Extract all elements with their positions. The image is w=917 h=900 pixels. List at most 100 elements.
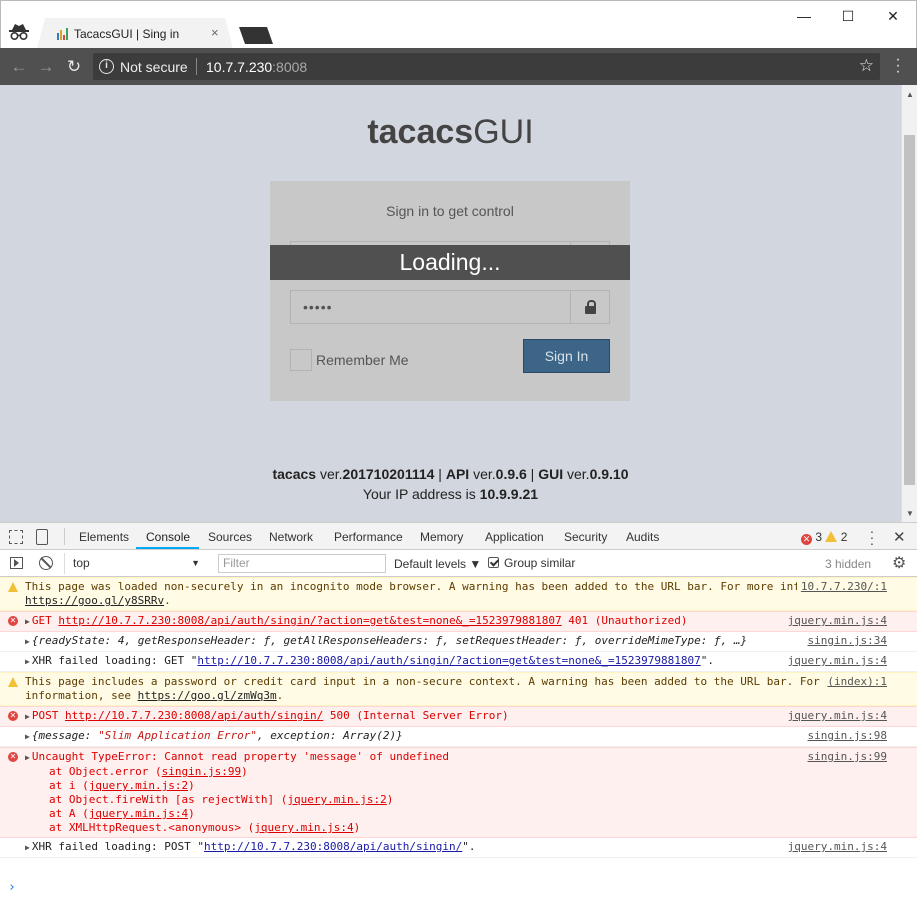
window-titlebar: TacacsGUI | Sing in × — ☐ ✕ xyxy=(0,0,917,49)
frame-post: ) xyxy=(241,765,248,778)
context-selector[interactable]: top ▼ xyxy=(64,553,206,574)
device-toolbar-icon[interactable] xyxy=(36,529,48,545)
tab-network[interactable]: Network xyxy=(269,530,313,544)
incognito-icon xyxy=(9,24,29,41)
message-source-link[interactable]: jquery.min.js:4 xyxy=(783,709,887,723)
message-source-link[interactable]: singin.js:99 xyxy=(803,750,887,764)
close-window-button[interactable]: ✕ xyxy=(882,7,904,25)
expand-triangle-icon[interactable]: ▶ xyxy=(25,617,30,626)
frame-pre: at Object.error ( xyxy=(49,765,162,778)
tab-sources[interactable]: Sources xyxy=(208,530,252,544)
message-tail: . xyxy=(164,594,171,607)
message-link[interactable]: http://10.7.7.230:8008/api/auth/singin/ xyxy=(204,840,462,853)
browser-toolbar: ← → ↻ i Not secure 10.7.7.230:8008 ☆ · · · xyxy=(0,48,917,85)
message-link[interactable]: http://10.7.7.230:8008/api/auth/singin/?… xyxy=(197,654,700,667)
browser-tab[interactable]: TacacsGUI | Sing in × xyxy=(37,18,233,49)
expand-triangle-icon[interactable]: ▶ xyxy=(25,657,30,666)
message-source-link[interactable]: singin.js:34 xyxy=(804,634,887,648)
message-source-link[interactable]: 10.7.7.230/:1 xyxy=(796,580,887,594)
scroll-thumb[interactable] xyxy=(904,135,915,485)
login-message: Sign in to get control xyxy=(386,203,514,219)
message-source-link[interactable]: jquery.min.js:4 xyxy=(784,654,887,668)
message-text[interactable]: {readyState: 4, getResponseHeader: ƒ, ge… xyxy=(32,634,747,647)
bookmark-star-icon[interactable]: ☆ xyxy=(859,56,874,76)
remember-me-label[interactable]: Remember Me xyxy=(316,352,409,368)
not-secure-label[interactable]: Not secure xyxy=(120,59,188,75)
message-link[interactable]: http://10.7.7.230:8008/api/auth/singin/ xyxy=(65,709,323,722)
message-link[interactable]: http://10.7.7.230:8008/api/auth/singin/?… xyxy=(58,614,561,627)
expand-triangle-icon[interactable]: ▶ xyxy=(25,637,30,646)
stack-frame: at Object.fireWith [as rejectWith] (jque… xyxy=(49,793,887,807)
frame-link[interactable]: jquery.min.js:4 xyxy=(254,821,353,834)
message-link[interactable]: https://goo.gl/y8SRRv xyxy=(25,594,164,607)
group-similar-toggle[interactable]: Group similar xyxy=(488,556,575,570)
tacacs-version: 201710201114 xyxy=(342,466,435,482)
reload-icon[interactable]: ↻ xyxy=(63,56,85,78)
tab-performance[interactable]: Performance xyxy=(334,530,403,544)
forward-icon[interactable]: → xyxy=(35,56,57,78)
url-text[interactable]: 10.7.7.230:8008 xyxy=(206,59,307,75)
console-filterbar: top ▼ Filter Default levels ▼ Group simil… xyxy=(0,550,917,577)
frame-link[interactable]: singin.js:99 xyxy=(162,765,241,778)
message-source-link[interactable]: (index):1 xyxy=(823,675,887,689)
password-field[interactable]: ••••• xyxy=(290,290,610,324)
frame-pre: at A ( xyxy=(49,807,89,820)
tab-console[interactable]: Console xyxy=(146,530,190,544)
issue-counter[interactable]: ✕ 3 2 xyxy=(801,530,847,545)
page-scrollbar[interactable]: ▲ ▼ xyxy=(901,85,917,522)
console-prompt[interactable]: › xyxy=(8,880,16,895)
maximize-button[interactable]: ☐ xyxy=(837,7,859,25)
frame-link[interactable]: jquery.min.js:2 xyxy=(89,779,188,792)
expand-triangle-icon[interactable]: ▶ xyxy=(25,712,30,721)
message-link[interactable]: https://goo.gl/zmWq3m xyxy=(138,689,277,702)
tab-close-icon[interactable]: × xyxy=(211,26,219,40)
ip-prefix: Your IP address is xyxy=(362,486,480,502)
sidebar-toggle-icon[interactable] xyxy=(10,557,23,569)
devtools-close-icon[interactable]: ✕ xyxy=(893,528,906,546)
message-source-link[interactable]: jquery.min.js:4 xyxy=(784,840,887,854)
api-label: API xyxy=(445,466,470,482)
stack-trace: at Object.error (singin.js:99) at i (jque… xyxy=(25,765,887,835)
info-icon[interactable]: i xyxy=(99,59,114,74)
tab-security[interactable]: Security xyxy=(564,530,607,544)
tab-elements[interactable]: Elements xyxy=(79,530,129,544)
devtools-menu-icon[interactable]: · · · xyxy=(868,524,876,550)
sign-in-button[interactable]: Sign In xyxy=(523,339,610,373)
message-text: Uncaught TypeError: Cannot read property… xyxy=(31,750,450,763)
browser-menu-icon[interactable]: · · · xyxy=(893,52,903,80)
message-source-link[interactable]: singin.js:98 xyxy=(804,729,887,743)
expand-triangle-icon[interactable]: ▶ xyxy=(25,753,30,762)
message-text-pre[interactable]: {message: xyxy=(32,729,98,742)
back-icon[interactable]: ← xyxy=(8,56,30,78)
frame-link[interactable]: jquery.min.js:2 xyxy=(287,793,386,806)
loading-overlay: Loading... xyxy=(270,245,630,280)
console-filter-input[interactable]: Filter xyxy=(218,554,386,573)
version-info: tacacs ver.201710201114 | API ver.0.9.6 … xyxy=(0,466,901,482)
frame-post: ) xyxy=(188,779,195,792)
group-similar-checkbox[interactable] xyxy=(488,557,499,568)
inspect-element-icon[interactable] xyxy=(9,530,23,544)
new-tab-button[interactable] xyxy=(239,27,273,44)
message-source-link[interactable]: jquery.min.js:4 xyxy=(783,614,887,628)
tab-application[interactable]: Application xyxy=(485,530,544,544)
console-message-warning: This page includes a password or credit … xyxy=(0,672,917,706)
expand-triangle-icon[interactable]: ▶ xyxy=(25,732,30,741)
minimize-button[interactable]: — xyxy=(793,7,815,25)
tab-memory[interactable]: Memory xyxy=(420,530,463,544)
log-levels-dropdown[interactable]: Default levels ▼ xyxy=(394,557,481,571)
console-messages: This page was loaded non-securely in an … xyxy=(0,577,917,900)
address-bar[interactable]: i Not secure 10.7.7.230:8008 ☆ xyxy=(93,53,880,80)
url-port: :8008 xyxy=(272,59,308,75)
sep-1: | xyxy=(434,466,446,482)
remember-me-checkbox[interactable] xyxy=(290,349,312,371)
scroll-down-icon[interactable]: ▼ xyxy=(906,509,914,518)
message-tail: ". xyxy=(462,840,476,853)
expand-triangle-icon[interactable]: ▶ xyxy=(25,843,30,852)
frame-pre: at i ( xyxy=(49,779,89,792)
console-settings-gear-icon[interactable]: ⚙ xyxy=(892,553,906,573)
ver-label-3: ver. xyxy=(563,466,590,482)
tab-audits[interactable]: Audits xyxy=(626,530,659,544)
scroll-up-icon[interactable]: ▲ xyxy=(906,90,914,99)
frame-link[interactable]: jquery.min.js:4 xyxy=(89,807,188,820)
clear-console-icon[interactable] xyxy=(39,556,53,570)
